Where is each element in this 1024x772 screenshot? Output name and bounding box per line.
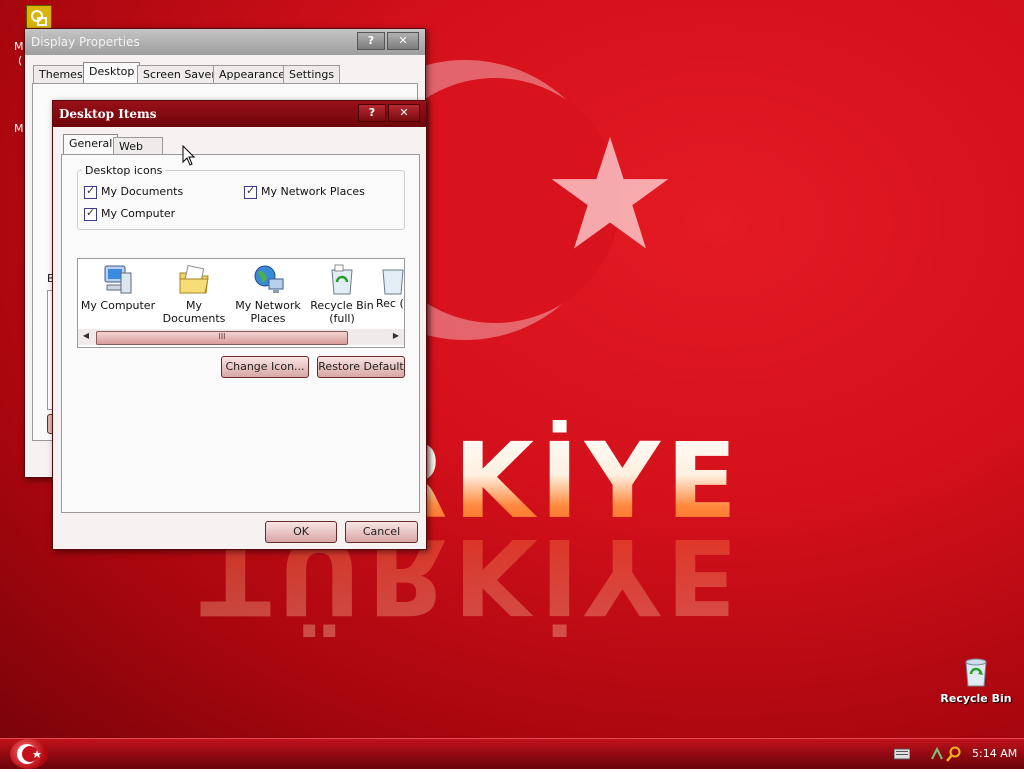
checkbox-my-network-places[interactable]: My Network Places — [244, 184, 365, 199]
cancel-button[interactable]: Cancel — [345, 521, 418, 543]
taskbar: 5:14 AM — [0, 738, 1024, 769]
checkbox-label: My Network Places — [261, 185, 365, 198]
network-tray-icon[interactable] — [930, 747, 944, 761]
desktop-icon-list[interactable]: My Computer My Documents My Network Plac… — [77, 258, 405, 348]
crescent-star-icon — [17, 744, 41, 764]
tab-settings[interactable]: Settings — [283, 65, 341, 84]
icon-label: My Network Places — [235, 299, 301, 325]
help-button[interactable]: ? — [357, 32, 385, 50]
ok-button[interactable]: OK — [265, 521, 337, 543]
recycle-bin-label: Recycle Bin — [940, 692, 1012, 705]
scroll-thumb[interactable]: III — [96, 331, 348, 345]
close-button[interactable]: ✕ — [387, 32, 419, 50]
partial-desktop-label: M — [14, 122, 24, 135]
display-properties-titlebar[interactable]: Display Properties ? ✕ — [25, 29, 425, 55]
icon-list-scrollbar[interactable]: ◀ III ▶ — [78, 329, 404, 345]
icon-label: Recycle Bin (full) — [310, 299, 374, 325]
checkbox-my-documents[interactable]: My Documents — [84, 184, 184, 199]
icon-label: My Documents — [162, 299, 226, 325]
checkbox-box[interactable] — [244, 184, 257, 199]
tab-themes[interactable]: Themes — [33, 65, 89, 84]
partial-desktop-label: M — [14, 40, 24, 53]
tab-screen-saver[interactable]: Screen Saver — [137, 65, 222, 84]
dialog-title: Desktop Items — [59, 107, 157, 121]
group-label: Desktop icons — [82, 164, 166, 177]
tab-desktop[interactable]: Desktop — [83, 62, 141, 83]
checkbox-box[interactable] — [84, 206, 97, 221]
start-button[interactable] — [10, 739, 48, 769]
tab-general[interactable]: General — [63, 134, 119, 155]
scroll-left-icon[interactable]: ◀ — [80, 331, 92, 340]
clock[interactable]: 5:14 AM — [972, 747, 1017, 760]
list-item-my-network-places[interactable]: My Network Places — [228, 263, 308, 325]
icon-label: Rec (e — [376, 297, 404, 310]
mouse-cursor-icon — [182, 145, 196, 166]
partial-desktop-label: ( — [18, 54, 23, 67]
desktop-items-dialog: Desktop Items ? ✕ General Web Desktop ic… — [52, 100, 427, 550]
flag-star-icon — [551, 136, 669, 249]
list-item-my-documents[interactable]: My Documents — [154, 263, 234, 325]
checkbox-my-computer[interactable]: My Computer — [84, 206, 176, 221]
recycle-bin-full-icon — [331, 264, 353, 295]
help-button[interactable]: ? — [358, 104, 386, 122]
network-places-icon — [254, 265, 284, 293]
desktop-icons-group — [77, 170, 405, 230]
restore-default-button[interactable]: Restore Default — [317, 356, 405, 378]
checkbox-label: My Computer — [101, 207, 176, 220]
keyboard-icon[interactable] — [894, 748, 910, 760]
search-icon[interactable] — [946, 746, 962, 762]
checkbox-label: My Documents — [101, 185, 184, 198]
list-item-recycle-bin-full[interactable]: Recycle Bin (full) — [302, 263, 382, 325]
close-button[interactable]: ✕ — [388, 104, 420, 122]
list-item-recycle-bin-empty[interactable]: Rec (e — [376, 263, 404, 310]
general-tab-panel: Desktop icons My Documents My Network Pl… — [61, 154, 420, 513]
system-tray: 5:14 AM — [884, 739, 1024, 769]
tab-appearance[interactable]: Appearance — [213, 65, 292, 84]
recycle-bin-icon — [965, 658, 987, 687]
recycle-bin-empty-icon — [382, 269, 404, 295]
scroll-right-icon[interactable]: ▶ — [390, 331, 402, 340]
my-computer-icon — [104, 265, 132, 294]
checkbox-box[interactable] — [84, 184, 97, 199]
window-title: Display Properties — [31, 35, 140, 49]
change-icon-button[interactable]: Change Icon... — [221, 356, 309, 378]
list-item-my-computer[interactable]: My Computer — [78, 263, 158, 312]
desktop-recycle-bin[interactable]: Recycle Bin — [940, 656, 1012, 705]
icon-label: My Computer — [80, 299, 156, 312]
desktop-items-titlebar[interactable]: Desktop Items ? ✕ — [53, 101, 426, 127]
my-documents-icon — [179, 264, 209, 294]
